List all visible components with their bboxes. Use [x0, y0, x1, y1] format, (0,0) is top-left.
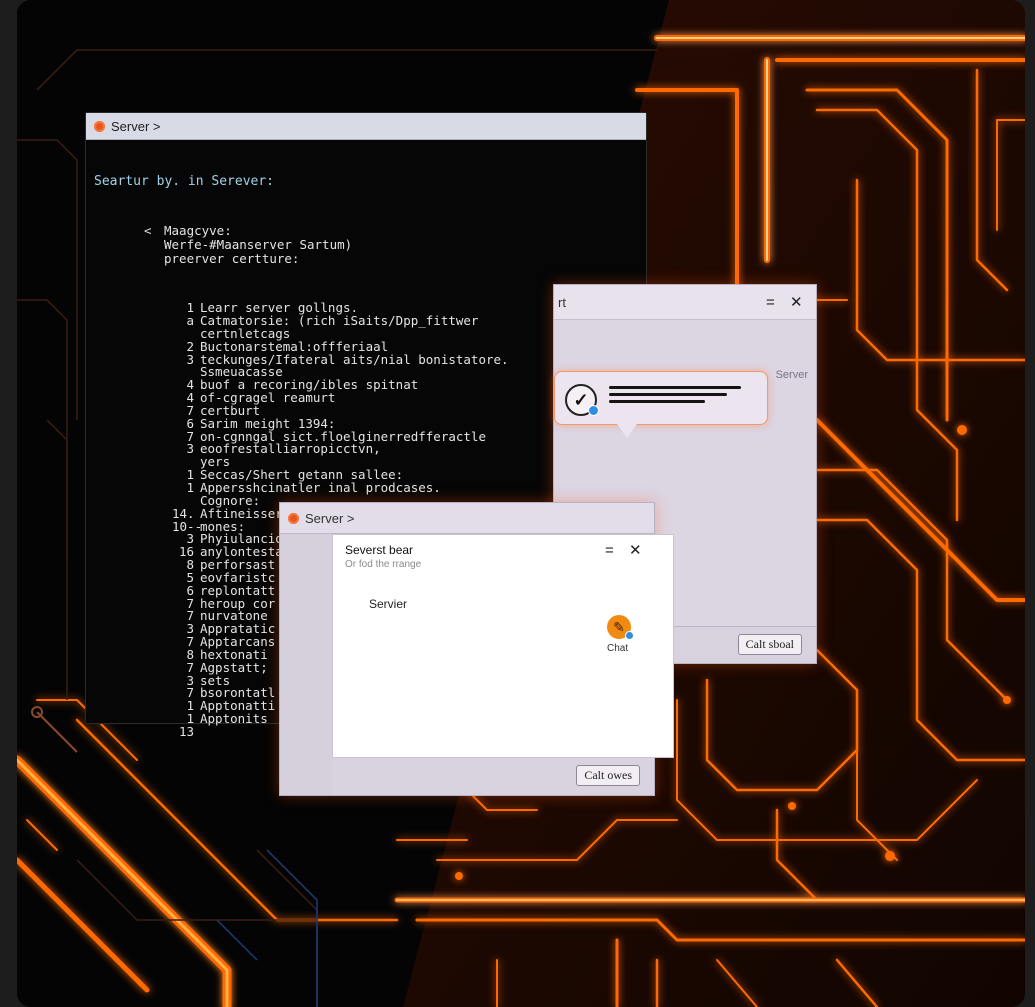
terminal-header: < Maagcyve: Werfe-#Maanserver Sartum) pre… — [94, 222, 646, 266]
dialog-footer: Calt owes — [332, 754, 654, 795]
app-logo-icon — [94, 120, 105, 132]
terminal-header-line: Maagcyve: — [164, 222, 232, 238]
close-icon[interactable]: ✕ — [790, 295, 803, 310]
pencil-glyph: ✎ — [613, 619, 625, 635]
dialog-title: rt — [558, 295, 566, 310]
line-text: Apptonits — [200, 711, 268, 727]
line-number: a — [186, 313, 194, 328]
back-arrow-icon[interactable]: < — [144, 223, 164, 238]
terminal-header-line: preerver certture: — [164, 250, 300, 266]
message-line — [609, 386, 741, 389]
chat-bubble[interactable]: ✓ — [554, 371, 768, 438]
message-placeholder-lines — [609, 386, 749, 407]
line-number: 13 — [178, 724, 194, 739]
call-button[interactable]: Calt owes — [576, 765, 640, 786]
status-badge — [625, 631, 634, 640]
terminal-titlebar[interactable]: Server > — [86, 113, 646, 140]
checkmark-glyph: ✓ — [573, 390, 589, 410]
call-button[interactable]: Calt sboal — [737, 634, 802, 655]
terminal-header-line: Werfe-#Maanserver Sartum) — [164, 236, 353, 252]
chat-icon[interactable]: ✎ — [607, 615, 634, 640]
terminal-title: Server > — [111, 118, 161, 134]
terminal-prompt: Seartur by. in Serever: — [94, 174, 275, 190]
chat-label[interactable]: Chat — [607, 643, 628, 654]
neon-circuit-artwork: Server > Seartur by. in Serever: < Maagcy… — [17, 0, 1025, 1007]
bubble-tail — [617, 424, 637, 438]
dialog-title: Server > — [305, 510, 355, 526]
line-number: 3 — [186, 441, 194, 457]
menu-icon[interactable]: = — [766, 295, 775, 310]
line-number: 3 — [186, 351, 194, 367]
server-side-label: Server — [775, 369, 808, 381]
close-icon[interactable]: ✕ — [629, 543, 642, 558]
app-logo-icon — [288, 512, 299, 524]
user-avatar-icon: ✓ — [565, 384, 599, 416]
panel-subtitle: Or fod the rrange — [345, 559, 422, 570]
message-line — [609, 400, 705, 403]
panel-title: Severst bear — [345, 543, 414, 557]
menu-icon[interactable]: = — [605, 543, 614, 558]
server-label: Servier — [369, 597, 408, 611]
dialog-header[interactable]: rt = ✕ — [554, 285, 816, 320]
dialog-header[interactable]: Server > — [280, 503, 654, 534]
message-line — [609, 393, 727, 396]
server-panel[interactable]: Severst bear Or fod the rrange = ✕ Servi… — [332, 534, 674, 758]
status-badge — [588, 405, 599, 416]
line-number: 1 — [186, 479, 194, 495]
